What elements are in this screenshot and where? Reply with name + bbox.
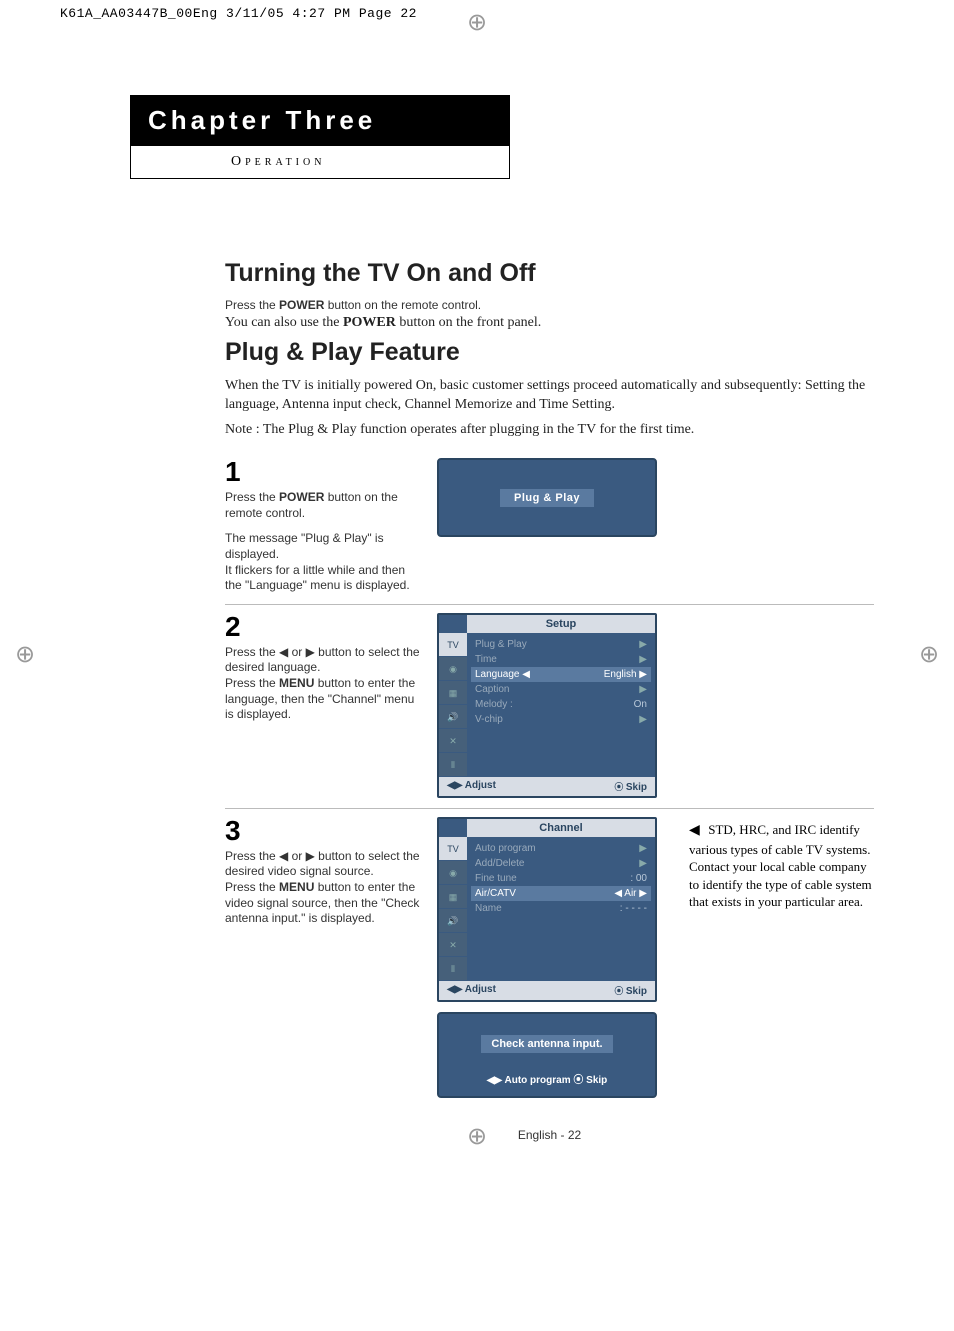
step-1: 1 Press the POWER button on the remote c…	[225, 450, 874, 594]
note-text: Note : The Plug & Play function operates…	[225, 421, 874, 440]
menu-item: Auto program ▶	[473, 841, 649, 856]
menu-tab-icon: ▦	[439, 681, 467, 705]
text: Press the	[225, 298, 279, 312]
crop-mark-icon: ⊕	[914, 640, 944, 670]
section-heading-plug-play: Plug & Play Feature	[225, 338, 874, 367]
menu-item: Fine tune: 00	[473, 871, 649, 886]
step-number: 1	[225, 458, 425, 486]
menu-tab-icon: ◉	[439, 861, 467, 885]
step-instruction: Press the MENU button to enter the langu…	[225, 676, 425, 723]
screen-label: Plug & Play	[500, 489, 594, 507]
chapter-title: Chapter Three	[130, 95, 510, 146]
page-footer: English - 22	[225, 1098, 874, 1142]
section-heading-turning-on: Turning the TV On and Off	[225, 259, 874, 288]
footer-adjust: Adjust	[447, 984, 496, 997]
menu-tab-tv-icon: TV	[439, 837, 467, 861]
menu-item: Language ◀English ▶	[471, 667, 651, 682]
crop-mark-icon: ⊕	[10, 640, 40, 670]
menu-item: Melody :On	[473, 697, 649, 712]
menu-footer: Adjust Skip	[439, 981, 655, 1000]
text: ⦿ Skip	[571, 1075, 608, 1086]
menu-tab-icon: ⦀	[439, 753, 467, 777]
step-number: 3	[225, 817, 425, 845]
menu-tab-icon: 🔊	[439, 705, 467, 729]
text-bold: POWER	[279, 490, 324, 504]
menu-tab-icon: ⦀	[439, 957, 467, 981]
menu-item: Air/CATV◀ Air ▶	[471, 886, 651, 901]
step-instruction: Press the ◀ or ▶ button to select the de…	[225, 645, 425, 676]
page-content: Chapter Three Operation Turning the TV O…	[0, 25, 954, 1172]
menu-item: Caption ▶	[473, 682, 649, 697]
footer-adjust: Adjust	[447, 780, 496, 793]
step-instruction: Press the POWER button on the remote con…	[225, 490, 425, 521]
menu-footer: Adjust Skip	[439, 777, 655, 796]
step-instruction: It flickers for a little while and then …	[225, 563, 425, 594]
step-instruction: Press the ◀ or ▶ button to select the de…	[225, 849, 425, 880]
step-instruction: Press the MENU button to enter the video…	[225, 880, 425, 927]
footer-skip: Skip	[614, 984, 647, 997]
side-note: ◀ STD, HRC, and IRC identify various typ…	[669, 817, 874, 911]
text: You can also use the	[225, 315, 343, 330]
menu-tab-icon: 🔊	[439, 909, 467, 933]
tv-screenshot-setup-menu: Setup TV ◉ ▦ 🔊 ✕ ⦀ Plug & Play ▶Time ▶La…	[437, 613, 657, 798]
crop-mark-icon: ⊕	[462, 8, 492, 38]
text: Press the	[225, 676, 279, 690]
text-bold: MENU	[279, 676, 314, 690]
text-bold: MENU	[279, 880, 314, 894]
menu-item: V-chip ▶	[473, 712, 649, 727]
text: button on the front panel.	[396, 315, 541, 330]
text: button on the remote control.	[324, 298, 481, 312]
menu-tab-icon: ✕	[439, 933, 467, 957]
menu-item: Time ▶	[473, 652, 649, 667]
screen-label: Check antenna input.	[481, 1035, 612, 1053]
triangle-left-icon: ◀	[689, 822, 705, 841]
text: Press the	[225, 490, 279, 504]
chapter-subtitle: Operation	[130, 146, 510, 179]
menu-title: Setup	[467, 615, 655, 633]
menu-items: Plug & Play ▶Time ▶Language ◀English ▶Ca…	[467, 633, 655, 777]
menu-title: Channel	[467, 819, 655, 837]
step-2: 2 Press the ◀ or ▶ button to select the …	[225, 604, 874, 798]
intro-paragraph: When the TV is initially powered On, bas…	[225, 377, 874, 415]
text-bold: POWER	[279, 298, 324, 312]
text: Auto program	[505, 1075, 571, 1086]
step-number: 2	[225, 613, 425, 641]
menu-item: Add/Delete ▶	[473, 856, 649, 871]
step-instruction: The message "Plug & Play" is displayed.	[225, 531, 425, 562]
tv-screenshot-plug-play: Plug & Play	[437, 458, 657, 537]
instruction-text: Press the POWER button on the remote con…	[225, 298, 874, 314]
crop-mark-icon: ⊕	[462, 1122, 492, 1152]
menu-items: Auto program ▶Add/Delete ▶Fine tune: 00 …	[467, 837, 655, 981]
body-text: You can also use the POWER button on the…	[225, 314, 874, 333]
step-3: 3 Press the ◀ or ▶ button to select the …	[225, 808, 874, 1098]
text: Press the	[225, 880, 279, 894]
text-bold: POWER	[343, 315, 396, 330]
footer-skip: Skip	[614, 780, 647, 793]
menu-item: Plug & Play ▶	[473, 637, 649, 652]
tv-screenshot-channel-menu: Channel TV ◉ ▦ 🔊 ✕ ⦀ Auto program ▶Add/D…	[437, 817, 657, 1002]
menu-tab-tv-icon: TV	[439, 633, 467, 657]
menu-tabs: TV ◉ ▦ 🔊 ✕ ⦀	[439, 633, 467, 777]
tv-screenshot-check-antenna: Check antenna input. Auto program ⦿ Skip	[437, 1012, 657, 1098]
menu-item: Name: - - - -	[473, 901, 649, 916]
footer-text: Auto program ⦿ Skip	[449, 1071, 645, 1086]
menu-tab-icon: ◉	[439, 657, 467, 681]
menu-tabs: TV ◉ ▦ 🔊 ✕ ⦀	[439, 837, 467, 981]
menu-tab-icon: ▦	[439, 885, 467, 909]
side-note-text: STD, HRC, and IRC identify various types…	[689, 822, 872, 910]
menu-tab-icon: ✕	[439, 729, 467, 753]
